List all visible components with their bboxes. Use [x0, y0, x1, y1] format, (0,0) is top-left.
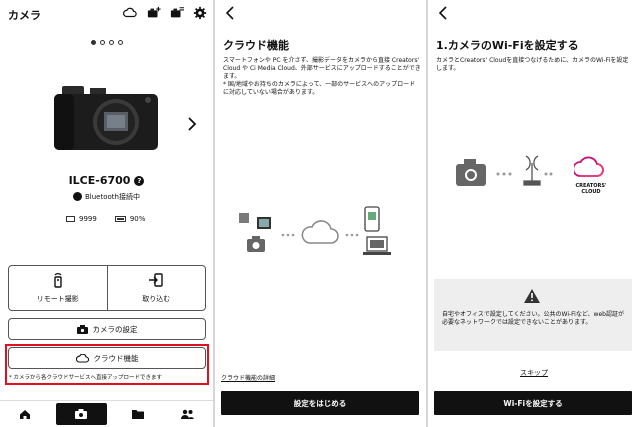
memory-card-icon: [66, 216, 75, 222]
camera-model-name: ILCE-6700: [68, 174, 131, 187]
connector-dots: [496, 172, 512, 176]
cloud-icon: [301, 220, 339, 244]
import-label: 取り込む: [142, 295, 171, 303]
connector-dots: [281, 233, 295, 237]
carousel-dot[interactable]: [90, 40, 96, 45]
gear-icon[interactable]: [193, 6, 207, 20]
wifi-router-icon: [523, 155, 541, 186]
folder-icon: [131, 410, 144, 419]
connector-dots: [544, 172, 553, 176]
camera-settings-label: カメラの設定: [92, 324, 138, 334]
app-header: カメラ: [0, 0, 213, 28]
start-setup-button[interactable]: 設定をはじめる: [221, 391, 419, 415]
warning-text: 自宅やオフィスで設定してください。公共のWi-Fiなど、web認証が必要なネット…: [442, 311, 624, 326]
cloud-note-text: * 国/地域やお持ちのカメラによって、一部のサービスへのアップロードに対応してい…: [223, 81, 416, 96]
camera-body-image: [54, 86, 158, 150]
carousel-indicator[interactable]: [0, 30, 213, 49]
people-icon: [181, 409, 195, 419]
wifi-setup-screen: 1.カメラのWi-Fiを設定する カメラとCreators' Cloudを直接つ…: [428, 0, 640, 427]
camera-status-row: 9999 90%: [66, 215, 145, 223]
laptop-icon: [363, 236, 391, 255]
skip-link[interactable]: スキップ: [428, 368, 640, 378]
remote-icon: [54, 273, 62, 288]
add-camera-icon[interactable]: [147, 6, 161, 20]
wifi-setup-button[interactable]: Wi-Fiを設定する: [434, 391, 632, 415]
chevron-right-icon[interactable]: [186, 116, 198, 132]
remote-shooting-label: リモート撮影: [36, 295, 79, 303]
camera-list-icon[interactable]: [170, 6, 184, 20]
photo-thumb: [259, 219, 269, 227]
back-arrow-icon[interactable]: [225, 6, 235, 20]
camera-icon: [76, 324, 88, 334]
home-icon: [20, 409, 31, 419]
connector-dots: [345, 233, 359, 237]
photo-thumb: [239, 213, 249, 223]
cloud-feature-screen: クラウド機能 スマートフォンや PC を介さず、撮影データをカメラから直接 Cr…: [215, 0, 426, 427]
camera-icon: [247, 236, 265, 252]
back-arrow-icon[interactable]: [438, 6, 448, 20]
creators-cloud-logo: [574, 156, 604, 177]
smartphone-icon: [364, 206, 380, 232]
action-grid: リモート撮影 取り込む: [8, 265, 206, 311]
cloud-description-text: スマートフォンや PC を介さず、撮影データをカメラから直接 Creators'…: [223, 57, 421, 80]
page-title: 1.カメラのWi-Fiを設定する: [436, 39, 579, 52]
camera-settings-button[interactable]: カメラの設定: [8, 318, 206, 340]
wifi-flow-diagram: [456, 155, 553, 186]
cloud-details-link[interactable]: クラウド機能の詳細: [221, 373, 275, 382]
help-icon[interactable]: ?: [134, 176, 145, 186]
battery-icon: [114, 216, 126, 222]
carousel-dot[interactable]: [108, 40, 114, 45]
cloud-flow-diagram: [239, 206, 391, 255]
cloud-description: スマートフォンや PC を介さず、撮影データをカメラから直接 Creators'…: [223, 57, 421, 97]
nav-camera[interactable]: [56, 403, 107, 425]
battery-level: 90%: [129, 215, 146, 223]
import-icon: [149, 273, 163, 287]
nav-files[interactable]: [113, 401, 163, 427]
bluetooth-status: Bluetooth接続中: [0, 192, 213, 202]
camera-icon: [456, 159, 486, 186]
remaining-shots: 9999: [79, 215, 97, 223]
camera-home-screen: カメラ ILCE-6700? Bluetooth接続中 9999 90% リモー…: [0, 0, 213, 427]
brand-line2: CLOUD: [581, 189, 601, 195]
import-button[interactable]: 取り込む: [106, 266, 206, 310]
warning-icon: [524, 289, 540, 303]
warning-box: 自宅やオフィスで設定してください。公共のWi-Fiなど、web認証が必要なネット…: [434, 279, 632, 351]
nav-community[interactable]: [163, 401, 213, 427]
page-title: カメラ: [8, 9, 41, 22]
carousel-dot[interactable]: [99, 40, 105, 45]
bottom-navigation: [0, 400, 213, 427]
cloud-note: * カメラから各クラウドサービスへ直接アップロードできます: [9, 375, 163, 381]
nav-home[interactable]: [0, 401, 50, 427]
cloud-icon[interactable]: [123, 6, 137, 20]
creators-cloud-brand: CREATORS' CLOUD: [568, 183, 614, 195]
page-title: クラウド機能: [223, 39, 289, 52]
bluetooth-status-text: Bluetooth接続中: [85, 193, 140, 201]
bluetooth-icon: [73, 192, 82, 201]
remote-shooting-button[interactable]: リモート撮影: [9, 266, 107, 310]
carousel-dot[interactable]: [117, 40, 123, 45]
camera-icon: [75, 409, 88, 419]
wifi-description: カメラとCreators' Cloudを直接つなげるために、カメラのWi-Fiを…: [436, 57, 629, 72]
camera-model: ILCE-6700?: [0, 174, 213, 187]
